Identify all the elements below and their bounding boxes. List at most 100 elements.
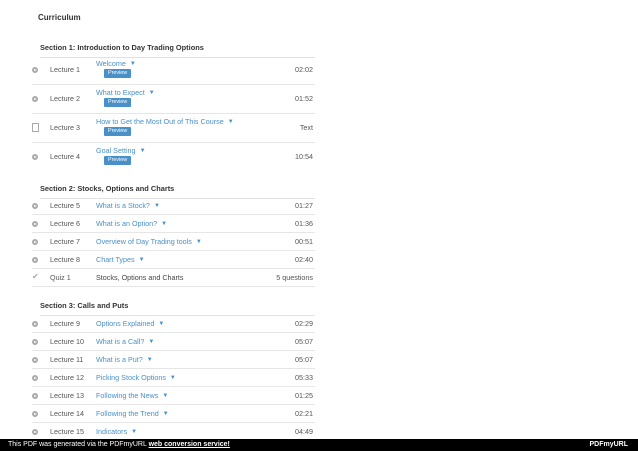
lecture-label: Lecture 7	[50, 237, 80, 246]
lecture-row[interactable]: Lecture 9 Options Explained ▼ 02:29	[32, 315, 315, 333]
lecture-duration: 02:40	[295, 255, 313, 264]
lecture-duration: 01:27	[295, 201, 313, 210]
lecture-duration: 05:07	[295, 355, 313, 364]
caret-down-icon: ▼	[169, 375, 176, 381]
preview-button[interactable]: Preview	[104, 98, 132, 107]
lecture-label: Lecture 12	[50, 373, 84, 382]
play-circle-icon	[32, 202, 40, 210]
lecture-duration: 02:21	[295, 409, 313, 418]
lecture-row[interactable]: Lecture 14 Following the Trend ▼ 02:21	[32, 405, 315, 423]
curriculum-title: Curriculum	[38, 13, 81, 22]
lecture-row[interactable]: Lecture 7 Overview of Day Trading tools ▼…	[32, 233, 315, 251]
lecture-duration: 02:29	[295, 319, 313, 328]
lecture-label: Lecture 9	[50, 319, 80, 328]
play-circle-icon	[32, 220, 40, 228]
lecture-title-link[interactable]: Welcome ▼	[96, 59, 136, 68]
file-icon	[32, 123, 40, 132]
caret-down-icon: ▼	[138, 257, 145, 263]
play-circle-icon	[32, 374, 40, 382]
play-circle-icon	[32, 95, 40, 103]
caret-down-icon: ▼	[162, 411, 169, 417]
lecture-duration: 05:33	[295, 373, 313, 382]
lecture-title-link[interactable]: What is an Option? ▼	[96, 219, 167, 228]
lecture-label: Lecture 8	[50, 255, 80, 264]
play-circle-icon	[32, 256, 40, 264]
lecture-row[interactable]: Lecture 12 Picking Stock Options ▼ 05:33	[32, 369, 315, 387]
lecture-label: Lecture 6	[50, 219, 80, 228]
preview-button[interactable]: Preview	[104, 127, 132, 136]
lecture-duration: 01:36	[295, 219, 313, 228]
lecture-duration: 04:49	[295, 427, 313, 436]
preview-button[interactable]: Preview	[104, 69, 132, 78]
play-circle-icon	[32, 338, 40, 346]
quiz-label: Quiz 1	[50, 273, 71, 282]
lecture-label: Lecture 10	[50, 337, 84, 346]
preview-button[interactable]: Preview	[104, 156, 132, 165]
quiz-title[interactable]: Stocks, Options and Charts	[96, 273, 184, 282]
caret-down-icon: ▼	[158, 321, 165, 327]
lecture-title-link[interactable]: Indicators ▼	[96, 427, 137, 436]
lecture-label: Lecture 14	[50, 409, 84, 418]
caret-down-icon: ▼	[129, 61, 136, 67]
play-circle-icon	[32, 392, 40, 400]
lecture-duration: 01:52	[295, 94, 313, 103]
lecture-row[interactable]: Lecture 3 How to Get the Most Out of Thi…	[32, 114, 315, 143]
lecture-duration: 05:07	[295, 337, 313, 346]
lecture-row[interactable]: Lecture 11 What is a Put? ▼ 05:07	[32, 351, 315, 369]
lecture-label: Lecture 3	[50, 123, 80, 132]
lecture-title-link[interactable]: Picking Stock Options ▼	[96, 373, 176, 382]
pdfmyurl-logo[interactable]: PDFmyURL	[589, 439, 628, 451]
lecture-title-link[interactable]: Goal Setting ▼	[96, 146, 146, 155]
play-circle-icon	[32, 153, 40, 161]
lecture-title-link[interactable]: What to Expect ▼	[96, 88, 155, 97]
lecture-duration: Text	[299, 123, 313, 132]
play-circle-icon	[32, 410, 40, 418]
caret-down-icon: ▼	[131, 429, 138, 435]
lecture-title-link[interactable]: How to Get the Most Out of This Course ▼	[96, 117, 234, 126]
caret-down-icon: ▼	[153, 203, 160, 209]
lecture-title-link[interactable]: Options Explained ▼	[96, 319, 164, 328]
lecture-title-link[interactable]: Following the Trend ▼	[96, 409, 169, 418]
section-title: Section 3: Calls and Puts	[40, 301, 315, 316]
caret-down-icon: ▼	[161, 221, 168, 227]
lecture-row[interactable]: Lecture 10 What is a Call? ▼ 05:07	[32, 333, 315, 351]
quiz-row[interactable]: ✔ Quiz 1 Stocks, Options and Charts 5 qu…	[32, 269, 315, 287]
lecture-row[interactable]: Lecture 6 What is an Option? ▼ 01:36	[32, 215, 315, 233]
caret-down-icon: ▼	[227, 119, 234, 125]
quiz-question-count: 5 questions	[276, 273, 313, 282]
play-circle-icon	[32, 66, 40, 74]
lecture-label: Lecture 13	[50, 391, 84, 400]
lecture-title-link[interactable]: What is a Stock? ▼	[96, 201, 160, 210]
lecture-row[interactable]: Lecture 4 Goal Setting ▼ Preview 10:54	[32, 143, 315, 171]
pdf-footer-bar: This PDF was generated via the PDFmyURL …	[0, 439, 638, 451]
lecture-title-link[interactable]: Following the News ▼	[96, 391, 168, 400]
lecture-duration: 01:25	[295, 391, 313, 400]
lecture-duration: 10:54	[295, 152, 313, 161]
web-conversion-service-link[interactable]: web conversion service!	[149, 441, 230, 448]
caret-down-icon: ▼	[148, 339, 155, 345]
lecture-label: Lecture 11	[50, 355, 84, 364]
lecture-row[interactable]: Lecture 13 Following the News ▼ 01:25	[32, 387, 315, 405]
lecture-title-link[interactable]: Chart Types ▼	[96, 255, 145, 264]
caret-down-icon: ▼	[146, 357, 153, 363]
caret-down-icon: ▼	[148, 90, 155, 96]
lecture-row[interactable]: Lecture 1 Welcome ▼ Preview 02:02	[32, 56, 315, 85]
lecture-label: Lecture 5	[50, 201, 80, 210]
lecture-title-link[interactable]: Overview of Day Trading tools ▼	[96, 237, 202, 246]
lecture-row[interactable]: Lecture 15 Indicators ▼ 04:49	[32, 423, 315, 438]
play-circle-icon	[32, 238, 40, 246]
lecture-row[interactable]: Lecture 8 Chart Types ▼ 02:40	[32, 251, 315, 269]
lecture-label: Lecture 4	[50, 152, 80, 161]
lecture-title-link[interactable]: What is a Call? ▼	[96, 337, 154, 346]
lecture-row[interactable]: Lecture 2 What to Expect ▼ Preview 01:52	[32, 85, 315, 114]
footer-message: This PDF was generated via the PDFmyURL	[8, 441, 147, 448]
caret-down-icon: ▼	[139, 148, 146, 154]
lecture-title-link[interactable]: What is a Put? ▼	[96, 355, 153, 364]
play-circle-icon	[32, 356, 40, 364]
lecture-label: Lecture 15	[50, 427, 84, 436]
check-icon: ✔	[32, 272, 39, 281]
lecture-label: Lecture 1	[50, 65, 80, 74]
lecture-row[interactable]: Lecture 5 What is a Stock? ▼ 01:27	[32, 197, 315, 215]
lecture-duration: 00:51	[295, 237, 313, 246]
footer-text: This PDF was generated via the PDFmyURL …	[8, 439, 230, 451]
